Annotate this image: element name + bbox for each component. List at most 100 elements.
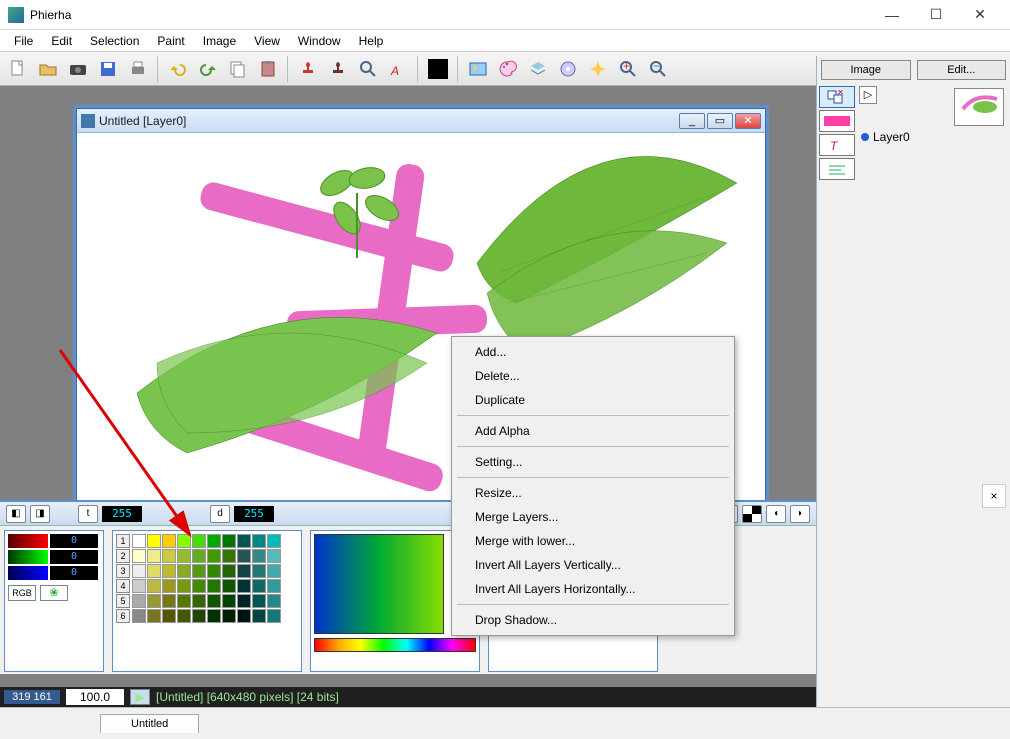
swatch[interactable] xyxy=(207,564,221,578)
layer-thumbnail[interactable] xyxy=(954,88,1004,126)
sparkle-icon[interactable] xyxy=(584,55,612,83)
swatch[interactable] xyxy=(192,564,206,578)
menu-view[interactable]: View xyxy=(246,32,288,50)
swatch[interactable] xyxy=(252,534,266,548)
swatch[interactable] xyxy=(222,534,236,548)
bp-btn-1[interactable]: ◧ xyxy=(6,505,26,523)
swatch[interactable] xyxy=(147,564,161,578)
right-edit-button[interactable]: Edit... xyxy=(917,60,1007,80)
menu-help[interactable]: Help xyxy=(351,32,392,50)
swatch[interactable] xyxy=(222,594,236,608)
layers-icon[interactable] xyxy=(524,55,552,83)
blue-slider[interactable] xyxy=(8,566,48,580)
menu-file[interactable]: File xyxy=(6,32,41,50)
bp-btn-2[interactable]: ◨ xyxy=(30,505,50,523)
cd-icon[interactable] xyxy=(554,55,582,83)
pal-row-2[interactable]: 2 xyxy=(116,549,130,563)
swatch[interactable] xyxy=(207,549,221,563)
swatch[interactable] xyxy=(162,549,176,563)
ctx-add[interactable]: Add... xyxy=(455,340,731,364)
close-button[interactable]: ✕ xyxy=(958,1,1002,29)
swatch[interactable] xyxy=(147,549,161,563)
swatch[interactable] xyxy=(177,534,191,548)
swatch[interactable] xyxy=(237,549,251,563)
swatch[interactable] xyxy=(162,564,176,578)
swatch[interactable] xyxy=(252,609,266,623)
right-tab-text[interactable]: T xyxy=(819,134,855,156)
document-titlebar[interactable]: Untitled [Layer0] _ ▭ ✕ xyxy=(77,109,765,133)
ctx-invert-v[interactable]: Invert All Layers Vertically... xyxy=(455,553,731,577)
redo-icon[interactable] xyxy=(194,55,222,83)
layer-visibility-icon[interactable]: ▷ xyxy=(859,86,877,104)
swatch[interactable] xyxy=(192,609,206,623)
play-button[interactable]: ▶ xyxy=(130,689,150,705)
swatch[interactable] xyxy=(162,594,176,608)
menu-paint[interactable]: Paint xyxy=(149,32,192,50)
swatch[interactable] xyxy=(267,579,281,593)
swatch[interactable] xyxy=(237,579,251,593)
swatch[interactable] xyxy=(132,579,146,593)
swatch[interactable] xyxy=(237,609,251,623)
swatch[interactable] xyxy=(162,609,176,623)
open-file-icon[interactable] xyxy=(34,55,62,83)
paste-icon[interactable] xyxy=(254,55,282,83)
color-swatch[interactable] xyxy=(424,55,452,83)
panel-close-x[interactable]: × xyxy=(982,484,1006,508)
stamp-dark-icon[interactable] xyxy=(324,55,352,83)
pal-row-6[interactable]: 6 xyxy=(116,609,130,623)
print-icon[interactable] xyxy=(124,55,152,83)
swatch[interactable] xyxy=(147,534,161,548)
swatch[interactable] xyxy=(192,594,206,608)
swatch[interactable] xyxy=(237,564,251,578)
ctx-delete[interactable]: Delete... xyxy=(455,364,731,388)
stamp-red-icon[interactable] xyxy=(294,55,322,83)
swatch-grid[interactable] xyxy=(132,534,281,623)
save-icon[interactable] xyxy=(94,55,122,83)
pal-row-4[interactable]: 4 xyxy=(116,579,130,593)
zoom-icon[interactable] xyxy=(354,55,382,83)
swatch[interactable] xyxy=(267,594,281,608)
swatch[interactable] xyxy=(252,549,266,563)
swatch[interactable] xyxy=(267,609,281,623)
ctx-setting[interactable]: Setting... xyxy=(455,450,731,474)
hue-slider[interactable] xyxy=(314,638,476,652)
swatch[interactable] xyxy=(132,564,146,578)
menu-image[interactable]: Image xyxy=(195,32,244,50)
bp-round-icon[interactable]: ◗ xyxy=(790,505,810,523)
ctx-duplicate[interactable]: Duplicate xyxy=(455,388,731,412)
zoom-value[interactable]: 100.0 xyxy=(66,689,124,705)
picker-icon[interactable]: ❀ xyxy=(40,585,68,601)
swatch[interactable] xyxy=(222,609,236,623)
undo-icon[interactable] xyxy=(164,55,192,83)
swatch[interactable] xyxy=(267,564,281,578)
copy-icon[interactable] xyxy=(224,55,252,83)
swatch[interactable] xyxy=(237,594,251,608)
palette-icon[interactable] xyxy=(494,55,522,83)
ctx-merge-lower[interactable]: Merge with lower... xyxy=(455,529,731,553)
swatch[interactable] xyxy=(147,594,161,608)
camera-icon[interactable] xyxy=(64,55,92,83)
rgb-mode-button[interactable]: RGB xyxy=(8,585,36,601)
swatch[interactable] xyxy=(252,564,266,578)
right-image-button[interactable]: Image xyxy=(821,60,911,80)
gradient-picker[interactable] xyxy=(314,534,444,634)
ctx-drop-shadow[interactable]: Drop Shadow... xyxy=(455,608,731,632)
bp-circle-icon[interactable]: ◖ xyxy=(766,505,786,523)
swatch[interactable] xyxy=(147,579,161,593)
swatch[interactable] xyxy=(147,609,161,623)
new-file-icon[interactable] xyxy=(4,55,32,83)
pal-row-3[interactable]: 3 xyxy=(116,564,130,578)
swatch[interactable] xyxy=(162,579,176,593)
right-tab-layers[interactable]: × xyxy=(819,86,855,108)
menu-edit[interactable]: Edit xyxy=(43,32,80,50)
swatch[interactable] xyxy=(207,579,221,593)
swatch[interactable] xyxy=(222,564,236,578)
swatch[interactable] xyxy=(132,549,146,563)
swatch[interactable] xyxy=(177,549,191,563)
swatch[interactable] xyxy=(132,594,146,608)
minimize-button[interactable]: — xyxy=(870,1,914,29)
swatch[interactable] xyxy=(222,549,236,563)
swatch[interactable] xyxy=(222,579,236,593)
swatch[interactable] xyxy=(267,549,281,563)
swatch[interactable] xyxy=(162,534,176,548)
